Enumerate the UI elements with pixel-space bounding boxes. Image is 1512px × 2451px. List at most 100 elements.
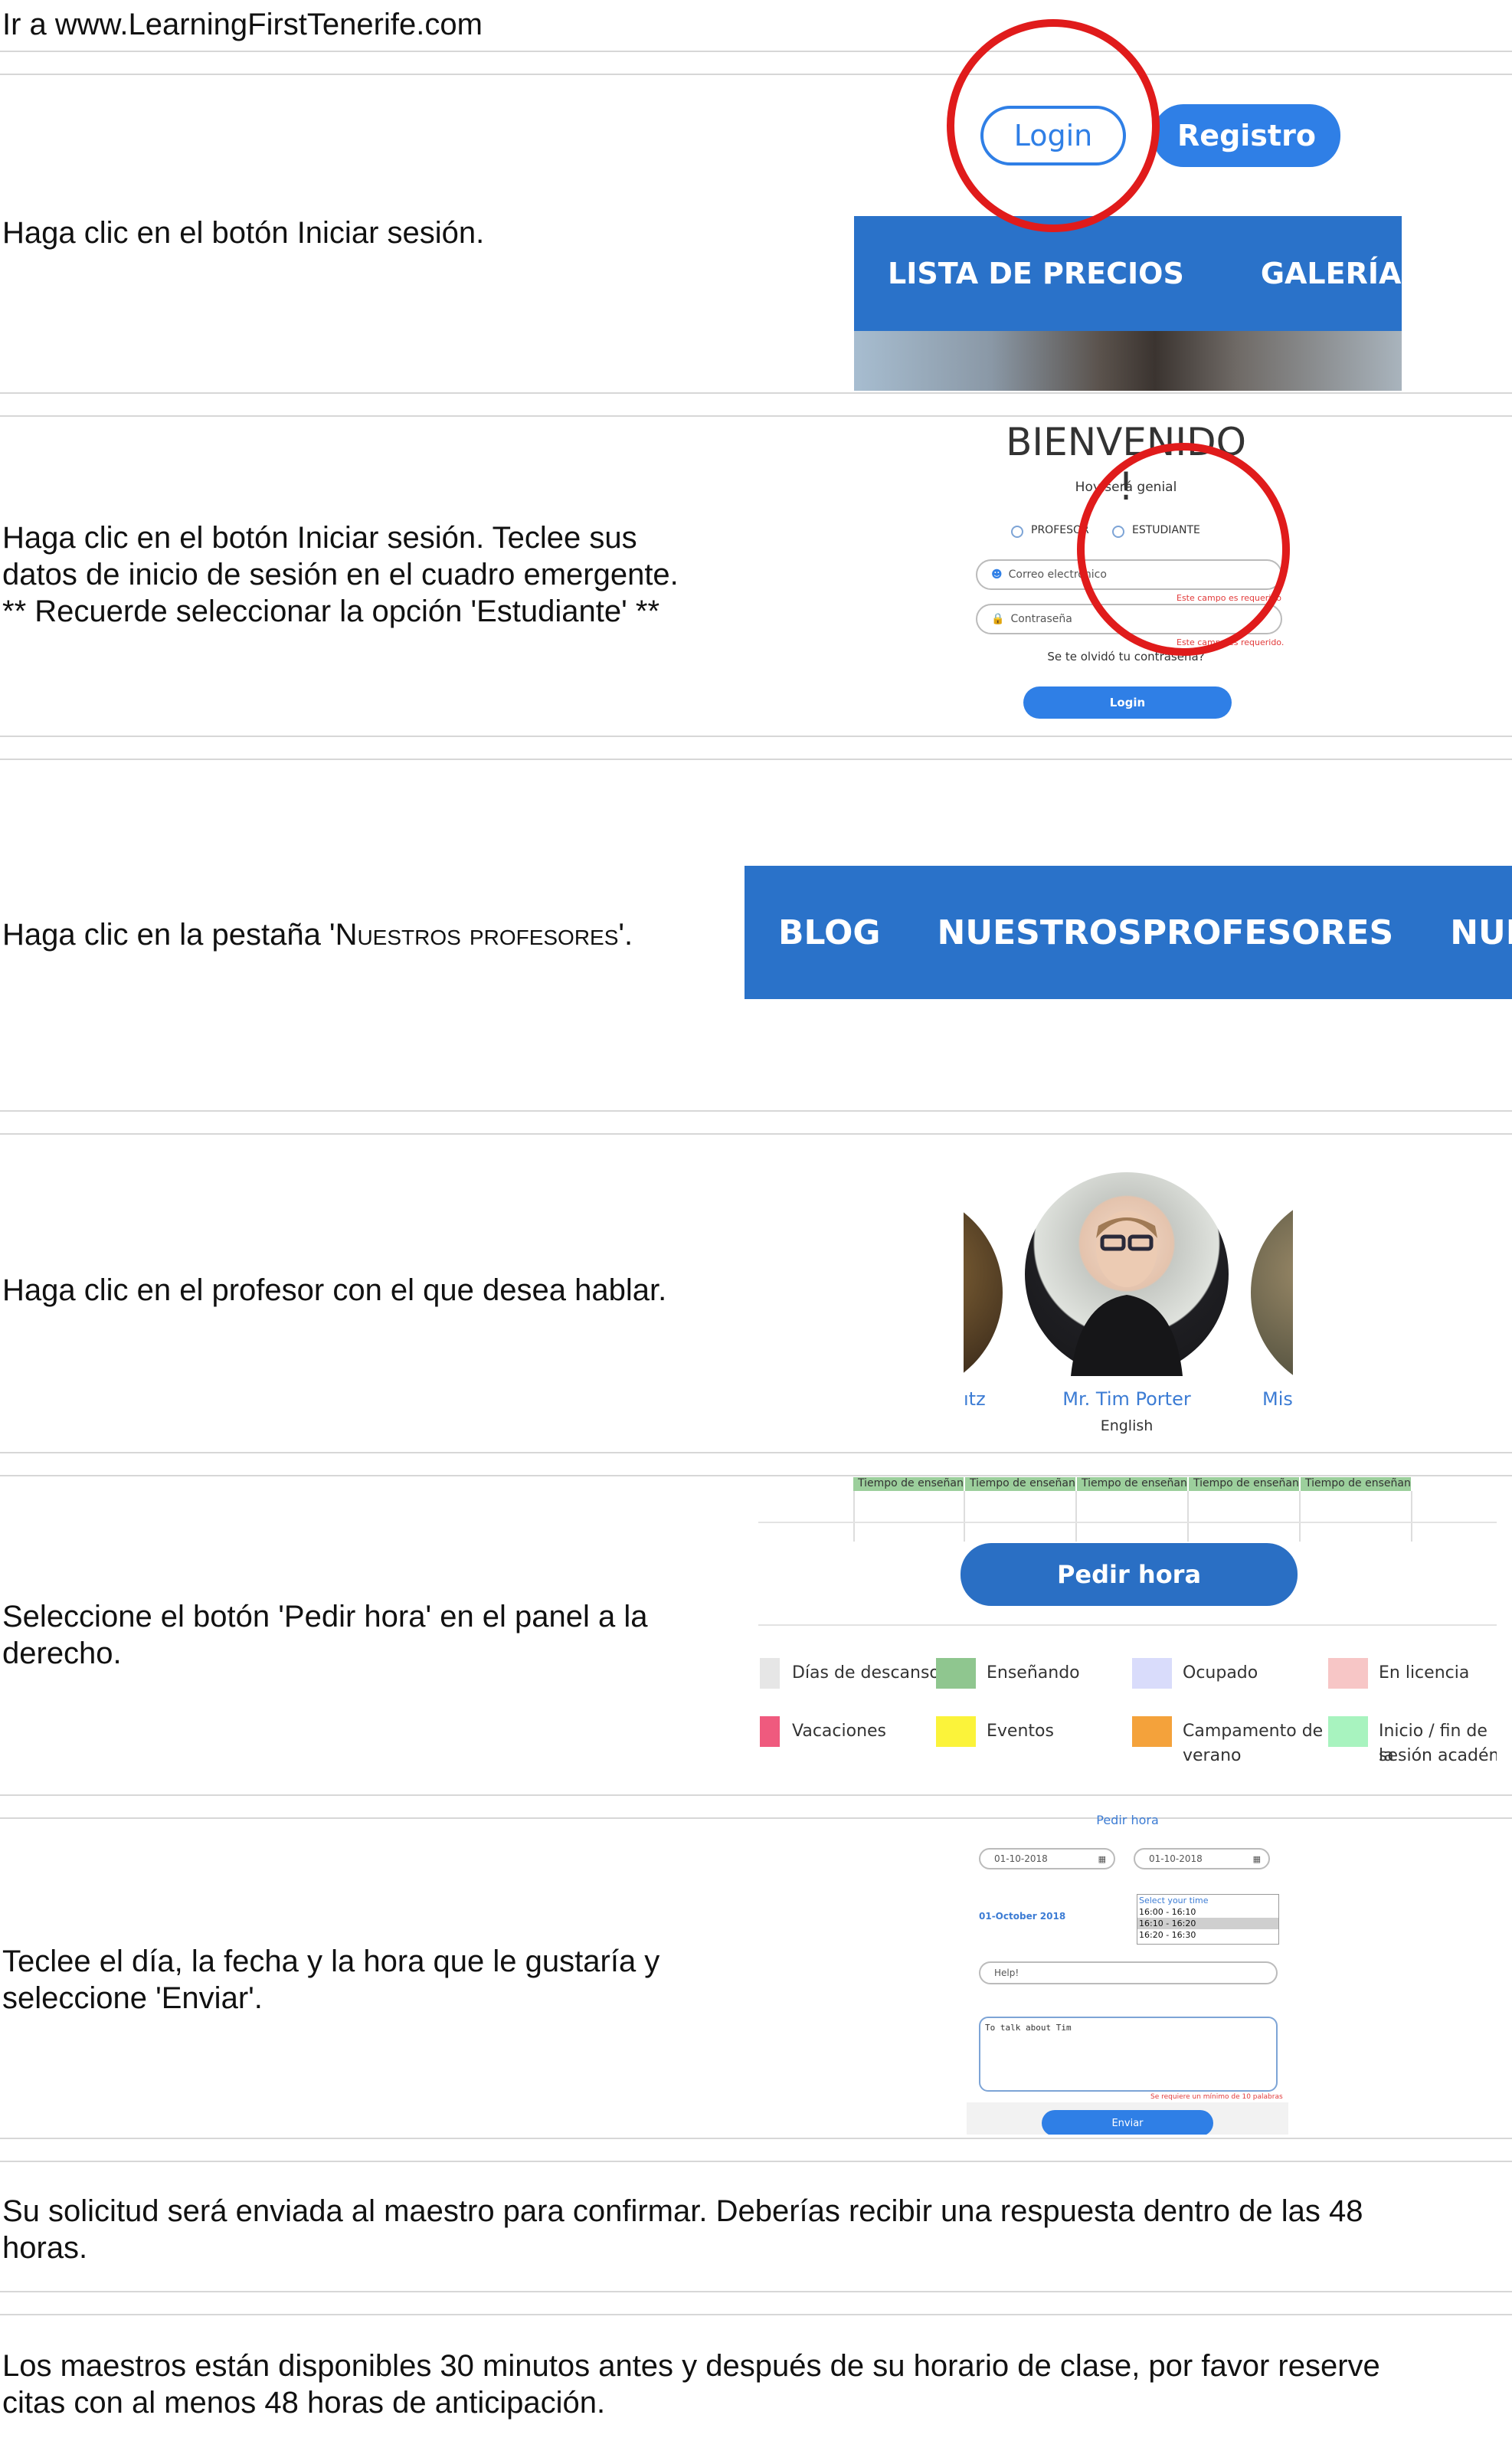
teacher-name[interactable]: Mr. Tim Porter <box>1025 1388 1229 1410</box>
calendar-icon: ▦ <box>1098 1853 1106 1864</box>
pedir-hora-button[interactable]: Pedir hora <box>961 1543 1298 1606</box>
legend-swatch-inicio-fin <box>1328 1716 1368 1747</box>
subject-field[interactable]: Help! <box>979 1961 1278 1984</box>
time-select-header: Select your time <box>1139 1896 1209 1905</box>
step-click-login: Haga clic en el botón Iniciar sesión. <box>2 216 485 250</box>
user-icon: ☻ <box>991 569 1003 581</box>
teacher-right-photo <box>1251 1191 1293 1394</box>
schedule-cell[interactable] <box>853 1491 965 1542</box>
schedule-cell[interactable] <box>1189 1491 1301 1542</box>
time-option[interactable]: 16:20 - 16:30 <box>1137 1929 1278 1941</box>
availability-note-1: Los maestros están disponibles 30 minuto… <box>2 2349 1380 2383</box>
teacher-left-name[interactable]: ıtz <box>964 1388 986 1410</box>
date-from-field[interactable]: 01-10-2018 ▦ <box>979 1848 1115 1869</box>
time-select-list[interactable]: Select your time 16:00 - 16:10 16:10 - 1… <box>1137 1894 1279 1945</box>
legend-label-ocupado: Ocupado <box>1183 1663 1258 1683</box>
submit-button[interactable]: Enviar <box>1042 2110 1213 2135</box>
tab-blog[interactable]: BLOG <box>778 913 881 952</box>
step-enter-credentials-1: Haga clic en el botón Iniciar sesión. Te… <box>2 521 637 555</box>
calendar-icon: ▦ <box>1252 1853 1261 1864</box>
step-select-pedir-hora-2: derecho. <box>2 1637 122 1670</box>
schedule-header-cell: Tiempo de enseñanza <box>1301 1477 1412 1491</box>
availability-note-2: citas con al menos 48 horas de anticipac… <box>2 2386 606 2420</box>
teacher-photo-tim-porter[interactable] <box>1025 1172 1229 1376</box>
step-enter-date-time-1: Teclee el día, la fecha y la hora que le… <box>2 1945 660 1978</box>
screenshot-login-modal: BIENVENIDO ! Hoy será genial PROFESOR ES… <box>950 420 1302 726</box>
legend-swatch-eventos <box>936 1716 976 1747</box>
legend-label-campamento-1: Campamento de <box>1183 1722 1324 1741</box>
legend-swatch-vacaciones <box>760 1716 780 1747</box>
legend-label-descanso: Días de descanso <box>792 1663 940 1683</box>
step-click-teachers-tabname: Nuestros profesores <box>335 918 619 952</box>
date-to-value: 01-10-2018 <box>1149 1853 1203 1864</box>
nav-gallery[interactable]: GALERÍA <box>1261 257 1402 290</box>
schedule-cell[interactable] <box>1077 1491 1189 1542</box>
highlight-circle-estudiante <box>1077 443 1290 656</box>
time-option-selected[interactable]: 16:10 - 16:20 <box>1137 1918 1278 1929</box>
password-placeholder: Contraseña <box>1010 613 1072 625</box>
date-from-value: 01-10-2018 <box>994 1853 1048 1864</box>
legend-label-licencia: En licencia <box>1379 1663 1470 1683</box>
schedule-header-cell: Tiempo de enseñanza <box>1077 1477 1189 1491</box>
schedule-legend-divider <box>758 1624 1497 1626</box>
legend-label-eventos: Eventos <box>987 1722 1054 1741</box>
modal-login-button[interactable]: Login <box>1023 686 1232 719</box>
submit-label: Enviar <box>1111 2117 1144 2129</box>
nav-price-list[interactable]: LISTA DE PRECIOS <box>888 257 1184 290</box>
pedir-hora-label: Pedir hora <box>1056 1560 1202 1589</box>
step-click-teacher: Haga clic en el profesor con el que dese… <box>2 1273 667 1307</box>
schedule-cell[interactable] <box>1301 1491 1412 1542</box>
legend-swatch-licencia <box>1328 1658 1368 1689</box>
teacher-avatar-drawing <box>1071 1211 1183 1376</box>
teacher-right-name[interactable]: Mis <box>1262 1388 1293 1410</box>
step-click-teachers-suffix: '. <box>618 918 633 952</box>
subject-value: Help! <box>994 1968 1019 1978</box>
site-navbar: LISTA DE PRECIOS GALERÍA <box>854 216 1402 331</box>
radio-profesor[interactable] <box>1011 526 1023 538</box>
register-button[interactable]: Registro <box>1153 104 1340 167</box>
step-request-sent-1: Su solicitud será enviada al maestro par… <box>2 2194 1363 2228</box>
legend-label-vacaciones: Vacaciones <box>792 1722 887 1741</box>
tab-nuestros-profesores[interactable]: NUESTROSPROFESORES <box>938 913 1394 952</box>
selected-date: 01-October 2018 <box>979 1911 1066 1922</box>
register-button-label: Registro <box>1177 119 1316 152</box>
teacher-language: English <box>1100 1417 1154 1434</box>
schedule-divider <box>758 1522 1497 1523</box>
legend-swatch-ocupado <box>1132 1658 1172 1689</box>
step-click-teachers-prefix: Haga clic en la pestaña ' <box>2 918 335 952</box>
schedule-header-cell: Tiempo de enseñanza <box>965 1477 1077 1491</box>
legend-swatch-ensenando <box>936 1658 976 1689</box>
step-go-to-site: Ir a www.LearningFirstTenerife.com <box>2 8 483 41</box>
step-click-teachers-tab: Haga clic en la pestaña 'Nuestros profes… <box>2 916 633 953</box>
lock-icon: 🔒 <box>991 613 1005 625</box>
screenshot-tabs-navbar: BLOG NUESTROSPROFESORES NUES <box>745 866 1512 999</box>
step-enter-credentials-3: ** Recuerde seleccionar la opción 'Estud… <box>2 595 660 628</box>
message-value: To talk about Tim <box>985 2023 1072 2033</box>
highlight-circle-login <box>947 19 1160 232</box>
legend-label-campamento-2: verano <box>1183 1746 1242 1765</box>
screenshot-request-form: Pedir hora 01-10-2018 ▦ 01-10-2018 ▦ 01-… <box>967 1813 1288 2135</box>
time-option[interactable]: 16:00 - 16:10 <box>1137 1906 1278 1918</box>
screenshot-login-header: Login Registro LISTA DE PRECIOS GALERÍA <box>843 19 1402 391</box>
date-to-field[interactable]: 01-10-2018 ▦ <box>1134 1848 1270 1869</box>
screenshot-teachers: ıtz Mr. Tim Porter English Mis <box>964 1172 1293 1448</box>
step-enter-date-time-2: seleccione 'Enviar'. <box>2 1981 263 2015</box>
message-textarea[interactable]: To talk about Tim <box>979 2017 1278 2092</box>
min-words-error: Se requiere un mínimo de 10 palabras <box>1150 2093 1283 2101</box>
step-enter-credentials-2: datos de inicio de sesión en el cuadro e… <box>2 558 679 591</box>
tab-next-cut[interactable]: NUES <box>1450 913 1512 952</box>
teacher-left-photo <box>964 1191 1003 1394</box>
step-request-sent-2: horas. <box>2 2231 88 2265</box>
legend-swatch-descanso <box>760 1658 780 1689</box>
form-title: Pedir hora <box>1096 1813 1159 1827</box>
step-select-pedir-hora-1: Seleccione el botón 'Pedir hora' en el p… <box>2 1600 648 1633</box>
hero-photo-strip <box>854 331 1402 391</box>
modal-login-label: Login <box>1109 696 1146 709</box>
schedule-header-cell: Tiempo de enseñanza <box>1189 1477 1301 1491</box>
legend-label-ensenando: Enseñando <box>987 1663 1080 1683</box>
legend-label-inicio-fin-2: sesión académi <box>1379 1746 1497 1765</box>
schedule-header-cell: Tiempo de enseñanza <box>853 1477 965 1491</box>
legend-swatch-campamento <box>1132 1716 1172 1747</box>
schedule-cell[interactable] <box>965 1491 1077 1542</box>
screenshot-schedule: Tiempo de enseñanza Tiempo de enseñanza … <box>758 1477 1497 1791</box>
